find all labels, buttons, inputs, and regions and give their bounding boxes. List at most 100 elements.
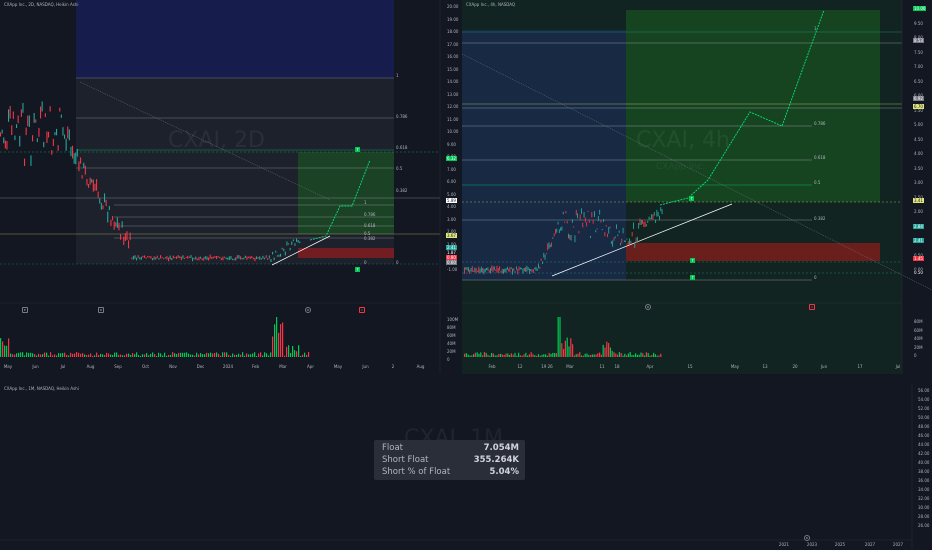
volume-bar (615, 353, 617, 357)
candle (629, 238, 630, 244)
volume-bar (154, 354, 156, 357)
candle (140, 256, 142, 260)
left-chart-pane[interactable]: CXApp Inc., 2D, NASDAQ, Heikin Ashi CXAI… (0, 0, 459, 374)
time-axis-label: 13 (762, 364, 768, 369)
volume-bar (80, 353, 82, 357)
candle (594, 211, 595, 218)
volume-axis-label: 40M (914, 336, 923, 341)
time-axis-label: 2025 (834, 542, 846, 547)
volume-bar (236, 354, 238, 357)
volume-bar (613, 352, 615, 357)
volume-bar (176, 354, 178, 357)
candle (4, 140, 6, 149)
volume-bar (224, 352, 226, 357)
right-target-zone (626, 10, 880, 202)
right-chart-pane[interactable]: CXApp Inc., 4h, NASDAQ CXAI, 4h CXApp In… (462, 0, 932, 374)
volume-bar (36, 355, 38, 357)
volume-axis-label: 60M (447, 333, 456, 338)
candle (235, 257, 237, 261)
dividend-event-icon[interactable]: D (804, 535, 810, 541)
float-label: Float (382, 443, 403, 453)
volume-bar (32, 353, 34, 357)
fib-label: 0.5 (396, 166, 403, 171)
candle (22, 102, 24, 113)
volume-bar (516, 355, 518, 357)
candle (607, 233, 608, 238)
volume-bar (156, 355, 158, 357)
candle (473, 270, 474, 272)
short-pct-value: 5.04% (489, 467, 520, 477)
candle (254, 257, 256, 262)
candle (532, 269, 534, 273)
price-axis-label: 30.00 (918, 505, 930, 510)
candle (614, 236, 616, 239)
volume-bar (262, 355, 264, 357)
candle (105, 199, 107, 207)
candle (608, 226, 610, 234)
price-tag: 3.67 (446, 233, 457, 238)
candle (557, 221, 559, 225)
left-chart-canvas[interactable] (0, 0, 459, 374)
candle (238, 255, 240, 259)
volume-bar (602, 344, 604, 357)
candle (201, 258, 203, 261)
candle (28, 115, 30, 128)
candle (549, 244, 551, 248)
volume-bar (206, 352, 208, 357)
dividend-event-icon[interactable]: D (645, 304, 651, 310)
price-axis-label: -1.00 (447, 266, 458, 272)
candle (600, 219, 602, 223)
candle (630, 240, 632, 244)
candle (212, 256, 214, 259)
candle (551, 242, 552, 247)
split-event-icon[interactable]: S (359, 307, 365, 313)
candle (230, 256, 232, 260)
dividend-event-icon[interactable]: D (98, 307, 104, 313)
candle (591, 211, 593, 218)
volume-bar (280, 324, 282, 357)
candle (281, 247, 283, 250)
candle (297, 240, 299, 243)
time-axis-label: Jun (362, 364, 369, 369)
volume-bar (84, 354, 86, 357)
volume-bar (228, 354, 230, 357)
candle (560, 227, 562, 231)
volume-bar (492, 353, 494, 357)
volume-bar (514, 352, 516, 357)
price-tag: 5.89 (446, 198, 457, 203)
fib-label: 0.618 (814, 155, 826, 160)
candle (635, 237, 637, 243)
volume-bar (172, 352, 174, 357)
dividend-event-icon[interactable]: D (305, 307, 311, 313)
time-axis-label: Feb (251, 364, 260, 369)
volume-bar (500, 353, 502, 357)
time-axis-label: May (3, 364, 13, 369)
candle (136, 257, 138, 261)
candle (565, 211, 567, 214)
volume-bar (536, 355, 538, 357)
right-chart-canvas[interactable] (462, 0, 932, 374)
volume-bar (76, 352, 78, 357)
candle (482, 267, 484, 273)
candle (49, 106, 51, 112)
candle (188, 256, 190, 258)
candle (555, 229, 556, 235)
price-tag: 6.92 (913, 96, 924, 101)
volume-bar (568, 346, 570, 357)
split-event-icon[interactable]: S (809, 304, 815, 310)
volume-bar (660, 353, 662, 357)
time-axis-label: 2 (391, 364, 395, 369)
volume-bar (581, 355, 583, 357)
volume-bar (68, 355, 70, 357)
price-axis-label: 7.00 (914, 64, 923, 69)
candle (587, 210, 589, 213)
time-axis-label: Apr (646, 364, 654, 369)
earnings-event-icon[interactable]: E (22, 307, 28, 313)
volume-bar (160, 353, 162, 357)
candle (259, 256, 261, 260)
volume-bar (56, 355, 58, 357)
candle (278, 254, 280, 257)
price-axis-label: 9.00 (447, 141, 456, 147)
volume-bar (106, 352, 108, 357)
candle (534, 267, 536, 270)
